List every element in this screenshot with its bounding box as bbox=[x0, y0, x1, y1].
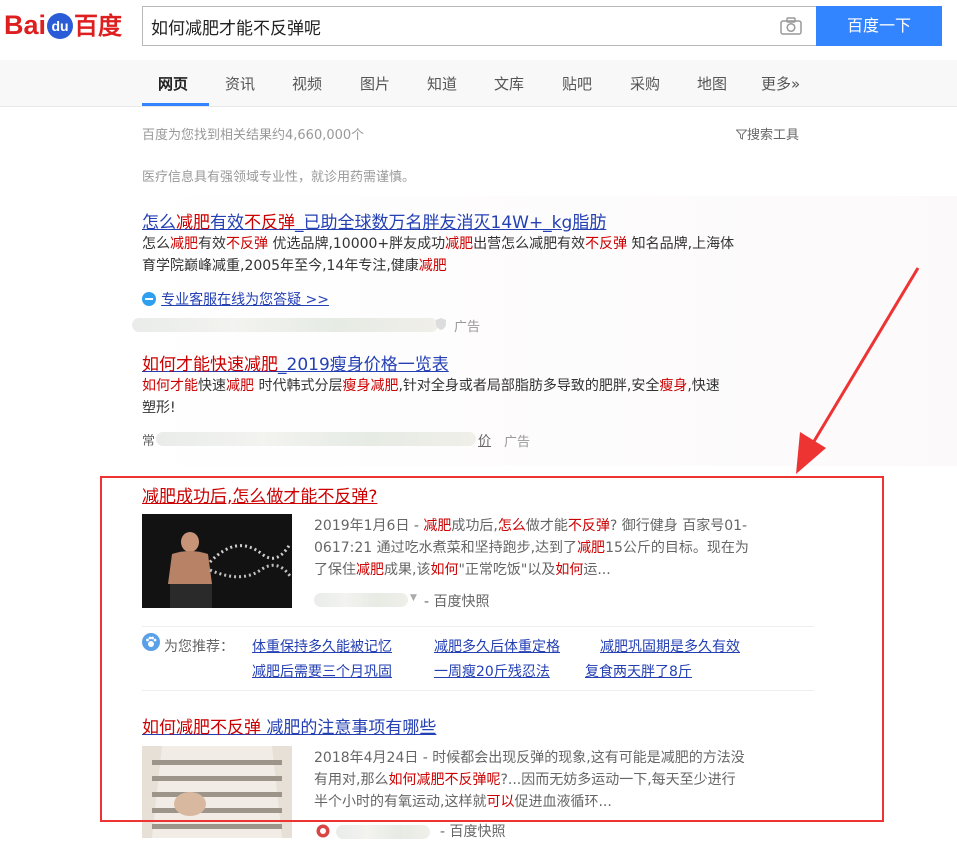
highlight-box bbox=[100, 476, 884, 822]
desc-keyword: 减肥 bbox=[445, 236, 474, 252]
tab-news[interactable]: 资讯 bbox=[225, 73, 255, 94]
paw-icon: du bbox=[47, 13, 74, 39]
ad2-url-suffix[interactable]: 价 bbox=[478, 430, 491, 449]
logo-chinese: 百度 bbox=[74, 12, 123, 40]
result-count: 百度为您找到相关结果约4,660,000个 bbox=[142, 128, 365, 143]
source-logo-icon bbox=[316, 824, 330, 838]
tab-tieba[interactable]: 贴吧 bbox=[562, 73, 592, 94]
desc-text: 快速 bbox=[198, 378, 226, 394]
ad1-service-link[interactable]: 专业客服在线为您答疑 >> bbox=[161, 292, 329, 308]
desc-keyword: 瘦身 bbox=[659, 378, 688, 394]
title-text: _已助全球数万名胖友消灭14W+_kg脂肪 bbox=[295, 213, 607, 233]
tab-zhidao[interactable]: 知道 bbox=[427, 73, 457, 94]
tab-wenku[interactable]: 文库 bbox=[494, 73, 524, 94]
blurred-url bbox=[336, 825, 430, 839]
title-keyword: 减肥 bbox=[176, 213, 210, 233]
ad1-description: 怎么减肥有效不反弹 优选品牌,10000+胖友成功减肥出营怎么减肥有效不反弹 知… bbox=[142, 233, 734, 277]
tab-purchase[interactable]: 采购 bbox=[630, 73, 660, 94]
ad1-service-row: 专业客服在线为您答疑 >> bbox=[142, 289, 329, 309]
ad2-ad-label[interactable]: 广告 bbox=[504, 431, 530, 450]
logo-latin: Bai bbox=[4, 10, 47, 40]
title-keyword: 如何才能快速减肥 bbox=[142, 355, 278, 375]
title-text: 怎么 bbox=[142, 213, 176, 233]
red-arrow-annotation bbox=[796, 267, 920, 474]
header: Baidu百度 百度一下 bbox=[0, 0, 957, 60]
search-input[interactable] bbox=[151, 7, 751, 45]
search-box bbox=[142, 6, 816, 46]
desc-text: 有效 bbox=[198, 236, 226, 252]
nav-tabs: 网页 资讯 视频 图片 知道 文库 贴吧 采购 地图 更多» bbox=[0, 60, 957, 107]
tab-more[interactable]: 更多» bbox=[761, 73, 800, 94]
desc-text: 知名品牌,上海体 bbox=[627, 236, 735, 252]
ad1-title[interactable]: 怎么减肥有效不反弹_已助全球数万名胖友消灭14W+_kg脂肪 bbox=[142, 208, 606, 233]
filter-icon bbox=[735, 129, 748, 140]
desc-keyword: 减肥 bbox=[226, 378, 254, 394]
baidu-logo[interactable]: Bai du 百度 bbox=[4, 6, 122, 46]
ad2-title[interactable]: 如何才能快速减肥_2019瘦身价格一览表 bbox=[142, 350, 449, 375]
shield-icon bbox=[436, 318, 446, 330]
desc-text: ,快速 bbox=[687, 378, 720, 394]
desc-text: ,针对全身或者局部脂肪多导致的肥胖,安全 bbox=[398, 378, 660, 394]
active-tab-indicator bbox=[142, 103, 209, 106]
blurred-url bbox=[132, 318, 438, 332]
ad1-ad-label[interactable]: 广告 bbox=[454, 316, 480, 335]
ad2-desc-line1: 如何才能快速减肥 时代韩式分层瘦身减肥,针对全身或者局部脂肪多导致的肥胖,安全瘦… bbox=[142, 375, 720, 397]
chat-icon bbox=[142, 292, 156, 306]
ad2-desc-line2: 塑形! bbox=[142, 400, 176, 416]
desc-text: 出营怎么减肥有效 bbox=[473, 236, 586, 252]
ad2-url-prefix: 常 bbox=[142, 434, 156, 449]
desc-keyword: 如何才能 bbox=[142, 378, 198, 394]
title-text: 有效 bbox=[210, 213, 244, 233]
ad1-desc-line1: 怎么减肥有效不反弹 优选品牌,10000+胖友成功减肥出营怎么减肥有效不反弹 知… bbox=[142, 233, 734, 255]
desc-keyword: 不反弹 bbox=[226, 236, 268, 252]
tab-web[interactable]: 网页 bbox=[158, 73, 188, 94]
search-tools-button[interactable]: 搜索工具 bbox=[735, 124, 800, 143]
desc-text: 怎么 bbox=[142, 236, 170, 252]
desc-keyword: 减肥 bbox=[418, 258, 447, 274]
desc-keyword: 减肥 bbox=[170, 236, 198, 252]
title-text: _2019瘦身价格一览表 bbox=[278, 355, 449, 375]
ad2-description: 如何才能快速减肥 时代韩式分层瘦身减肥,针对全身或者局部脂肪多导致的肥胖,安全瘦… bbox=[142, 375, 720, 419]
desc-keyword: 不反弹 bbox=[585, 236, 628, 252]
desc-keyword: 瘦身减肥 bbox=[342, 378, 399, 394]
result2-snapshot-link[interactable]: - 百度快照 bbox=[440, 821, 506, 841]
medical-notice: 医疗信息具有强领域专业性，就诊用药需谨慎。 bbox=[142, 170, 416, 185]
desc-text: 时代韩式分层 bbox=[254, 378, 343, 394]
ad1-desc-line2: 育学院巅峰减重,2005年至今,14年专注,健康减肥 bbox=[142, 255, 734, 277]
search-tools-label: 搜索工具 bbox=[747, 128, 800, 143]
desc-text: 育学院巅峰减重,2005年至今,14年专注,健康 bbox=[142, 258, 419, 274]
search-button[interactable]: 百度一下 bbox=[816, 6, 942, 46]
tab-images[interactable]: 图片 bbox=[360, 73, 390, 94]
tab-video[interactable]: 视频 bbox=[292, 73, 322, 94]
title-keyword: 不反弹 bbox=[244, 213, 295, 233]
camera-icon[interactable] bbox=[780, 17, 802, 35]
tab-map[interactable]: 地图 bbox=[697, 73, 727, 94]
blurred-url bbox=[156, 432, 476, 446]
desc-text: 优选品牌,10000+胖友成功 bbox=[268, 236, 446, 252]
